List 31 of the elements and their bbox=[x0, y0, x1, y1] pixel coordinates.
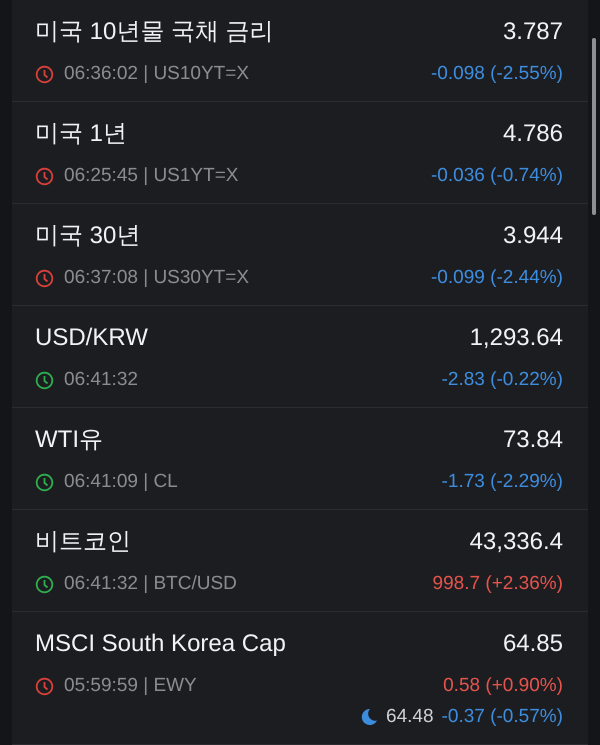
quote-price: 73.84 bbox=[502, 425, 563, 455]
quote-change: 998.7 (+2.36%) bbox=[432, 572, 563, 596]
after-hours-price: 64.48 bbox=[386, 705, 434, 729]
quote-name: 미국 30년 bbox=[35, 221, 140, 251]
quote-price: 4.786 bbox=[502, 119, 563, 149]
scrollbar[interactable] bbox=[592, 38, 596, 215]
quote-name: MSCI South Korea Cap bbox=[35, 629, 286, 659]
quote-time-symbol: 06:41:09 | CL bbox=[64, 470, 178, 494]
quote-change: -0.036 (-0.74%) bbox=[430, 164, 563, 188]
quote-price: 43,336.4 bbox=[470, 527, 563, 557]
quote-change: -0.098 (-2.55%) bbox=[430, 62, 563, 86]
quote-time-symbol: 06:37:08 | US30YT=X bbox=[64, 266, 250, 290]
quote-time-symbol: 05:59:59 | EWY bbox=[64, 674, 197, 698]
quote-name: 비트코인 bbox=[35, 527, 131, 557]
quote-price: 3.944 bbox=[502, 221, 563, 251]
quote-name: WTI유 bbox=[35, 425, 103, 455]
quote-time-symbol: 06:41:32 | BTC/USD bbox=[64, 572, 237, 596]
quote-price: 3.787 bbox=[502, 17, 563, 47]
quote-price: 64.85 bbox=[502, 629, 563, 659]
quote-price: 1,293.64 bbox=[470, 323, 563, 353]
quote-change: -1.73 (-2.29%) bbox=[442, 470, 563, 494]
quote-change: -0.099 (-2.44%) bbox=[430, 266, 563, 290]
after-hours-change: -0.37 (-0.57%) bbox=[442, 705, 563, 729]
quote-time-symbol: 06:41:32 bbox=[64, 368, 138, 392]
quote-change: -2.83 (-0.22%) bbox=[442, 368, 563, 392]
quote-change: 0.58 (+0.90%) bbox=[443, 674, 563, 698]
quote-time-symbol: 06:36:02 | US10YT=X bbox=[64, 62, 250, 86]
quote-name: USD/KRW bbox=[35, 323, 148, 353]
quote-name: 미국 10년물 국채 금리 bbox=[35, 17, 274, 47]
quote-name: 미국 1년 bbox=[35, 119, 128, 149]
quote-time-symbol: 06:25:45 | US1YT=X bbox=[64, 164, 238, 188]
